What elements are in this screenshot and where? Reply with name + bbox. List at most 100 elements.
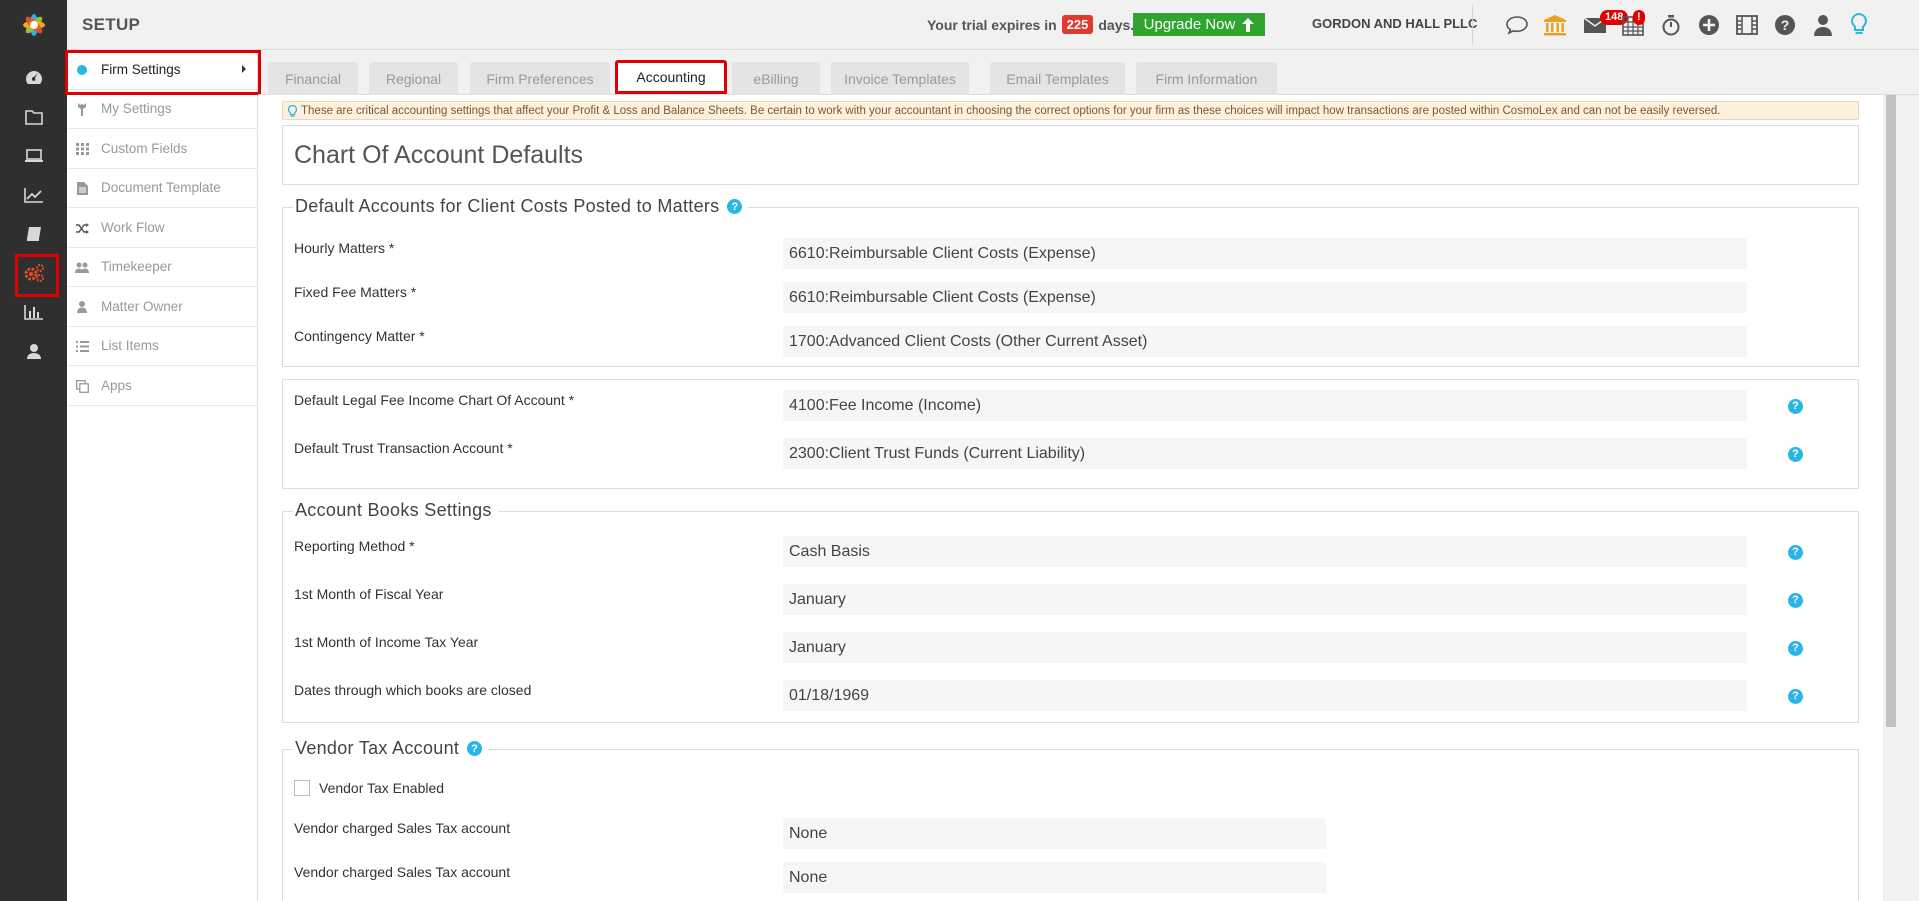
trust-transaction-select[interactable]: 2300:Client Trust Funds (Current Liabili… (783, 438, 1747, 469)
sidebar-item-label: Firm Settings (101, 61, 181, 77)
folder-icon (24, 109, 43, 125)
sidebar-item-work-flow[interactable]: Work Flow (67, 208, 257, 248)
user-icon (75, 300, 89, 314)
vendor-sales-tax-select[interactable]: None (783, 818, 1326, 849)
vendor-sales-tax-select[interactable]: None (783, 862, 1326, 893)
sidebar-item-matter-owner[interactable]: Matter Owner (67, 287, 257, 327)
timer-button[interactable] (1657, 11, 1685, 39)
help-icon[interactable]: ? (467, 741, 483, 756)
field-row: Hourly Matters * 6610:Reimbursable Clien… (283, 238, 1860, 272)
legal-fee-income-select[interactable]: 4100:Fee Income (Income) (783, 390, 1747, 421)
field-row: 1st Month of Income Tax Year January ? (283, 632, 1860, 666)
rail-contacts[interactable] (0, 331, 67, 370)
help-button[interactable]: ? (1771, 11, 1799, 39)
rail-setup[interactable] (0, 253, 67, 297)
sidebar-item-label: Timekeeper (101, 259, 172, 275)
sidebar-item-label: Matter Owner (101, 298, 183, 314)
header-divider (1472, 5, 1473, 45)
field-row: Vendor charged Sales Tax account None (283, 818, 1860, 852)
sidebar-item-timekeeper[interactable]: Timekeeper (67, 248, 257, 287)
client-costs-group: Default Accounts for Client Costs Posted… (282, 196, 1860, 367)
laptop-icon (24, 148, 43, 162)
upgrade-now-button[interactable]: Upgrade Now (1133, 13, 1265, 36)
bank-button[interactable] (1541, 11, 1569, 39)
help-icon[interactable]: ? (1788, 444, 1803, 462)
calendar-alert-badge: ! (1633, 10, 1645, 25)
chat-button[interactable] (1503, 11, 1531, 39)
vendor-tax-checkbox[interactable] (294, 780, 310, 796)
field-row: Dates through which books are closed 01/… (283, 680, 1860, 714)
main-scrollbar[interactable] (1883, 95, 1899, 901)
film-icon (1736, 15, 1758, 35)
tab-firm-information[interactable]: Firm Information (1136, 62, 1277, 95)
help-icon[interactable]: ? (1788, 686, 1803, 704)
list-icon (75, 340, 89, 354)
film-button[interactable] (1733, 11, 1761, 39)
document-icon (75, 182, 89, 196)
help-icon[interactable]: ? (1788, 590, 1803, 608)
rail-time[interactable] (0, 136, 67, 175)
rail-accounting[interactable] (0, 214, 67, 253)
field-label: Vendor charged Sales Tax account (294, 864, 511, 880)
dashboard-icon (25, 70, 42, 84)
fiscal-year-month-select[interactable]: January (783, 584, 1747, 615)
field-label: Vendor charged Sales Tax account (294, 820, 511, 836)
rail-matters[interactable] (0, 97, 67, 136)
tax-year-month-select[interactable]: January (783, 632, 1747, 663)
sidebar-item-list-items[interactable]: List Items (67, 327, 257, 366)
group-legend: Vendor Tax Account ? (293, 738, 489, 759)
tab-email-templates[interactable]: Email Templates (990, 62, 1125, 95)
sidebar-item-label: Work Flow (101, 219, 165, 235)
account-books-group: Account Books Settings Reporting Method … (282, 500, 1860, 723)
rail-reports[interactable] (0, 292, 67, 331)
group-legend: Account Books Settings (293, 500, 498, 521)
wrench-icon (75, 103, 89, 117)
app-logo[interactable] (0, 0, 67, 50)
help-icon[interactable]: ? (727, 199, 743, 214)
page-title: SETUP (82, 15, 141, 34)
sidebar-item-apps[interactable]: Apps (67, 366, 257, 406)
rail-reports-trend[interactable] (0, 175, 67, 214)
group-legend-text: Vendor Tax Account (295, 738, 460, 758)
dot-icon (75, 63, 89, 77)
scrollbar-thumb[interactable] (1886, 95, 1896, 727)
hourly-matters-select[interactable]: 6610:Reimbursable Client Costs (Expense) (783, 238, 1747, 269)
sidebar-item-firm-settings[interactable]: Firm Settings (65, 50, 261, 95)
book-icon (26, 226, 41, 241)
help-icon[interactable]: ? (1788, 396, 1803, 414)
profile-button[interactable] (1809, 11, 1837, 39)
shuffle-icon (75, 221, 89, 235)
field-row: Default Trust Transaction Account * 2300… (283, 438, 1860, 472)
add-button[interactable] (1695, 11, 1723, 39)
sidebar-item-my-settings[interactable]: My Settings (67, 90, 257, 129)
help-icon[interactable]: ? (1788, 542, 1803, 560)
field-label: 1st Month of Income Tax Year (294, 634, 479, 650)
tab-financial[interactable]: Financial (268, 62, 358, 95)
sidebar-item-custom-fields[interactable]: Custom Fields (67, 129, 257, 169)
tab-regional[interactable]: Regional (369, 62, 458, 95)
sidebar-item-document-template[interactable]: Document Template (67, 169, 257, 208)
books-closed-date-input[interactable]: 01/18/1969 (783, 680, 1747, 711)
accounting-settings-panel: These are critical accounting settings t… (258, 95, 1883, 901)
tab-accounting[interactable]: Accounting (615, 60, 727, 94)
bank-icon (1544, 15, 1566, 36)
group-legend: Default Accounts for Client Costs Posted… (293, 196, 749, 217)
tab-invoice-templates[interactable]: Invoice Templates (831, 62, 969, 95)
tab-ebilling[interactable]: eBilling (732, 62, 820, 95)
field-row: 1st Month of Fiscal Year January ? (283, 584, 1860, 618)
reporting-method-select[interactable]: Cash Basis (783, 536, 1747, 567)
users-icon (75, 261, 89, 275)
help-icon[interactable]: ? (1788, 638, 1803, 656)
plus-circle-icon (1699, 15, 1719, 35)
trial-prefix: Your trial expires in (927, 16, 1057, 33)
rail-dashboard[interactable] (0, 58, 67, 97)
fixed-fee-matters-select[interactable]: 6610:Reimbursable Client Costs (Expense) (783, 282, 1747, 313)
tips-button[interactable] (1845, 11, 1873, 39)
field-label: Default Trust Transaction Account * (294, 440, 513, 456)
trial-days-badge: 225 (1061, 15, 1094, 34)
firm-name: GORDON AND HALL PLLC (1312, 16, 1478, 31)
tab-firm-preferences[interactable]: Firm Preferences (470, 62, 610, 95)
contingency-matter-select[interactable]: 1700:Advanced Client Costs (Other Curren… (783, 326, 1747, 357)
upgrade-label: Upgrade Now (1143, 16, 1236, 33)
copy-icon (75, 379, 89, 393)
